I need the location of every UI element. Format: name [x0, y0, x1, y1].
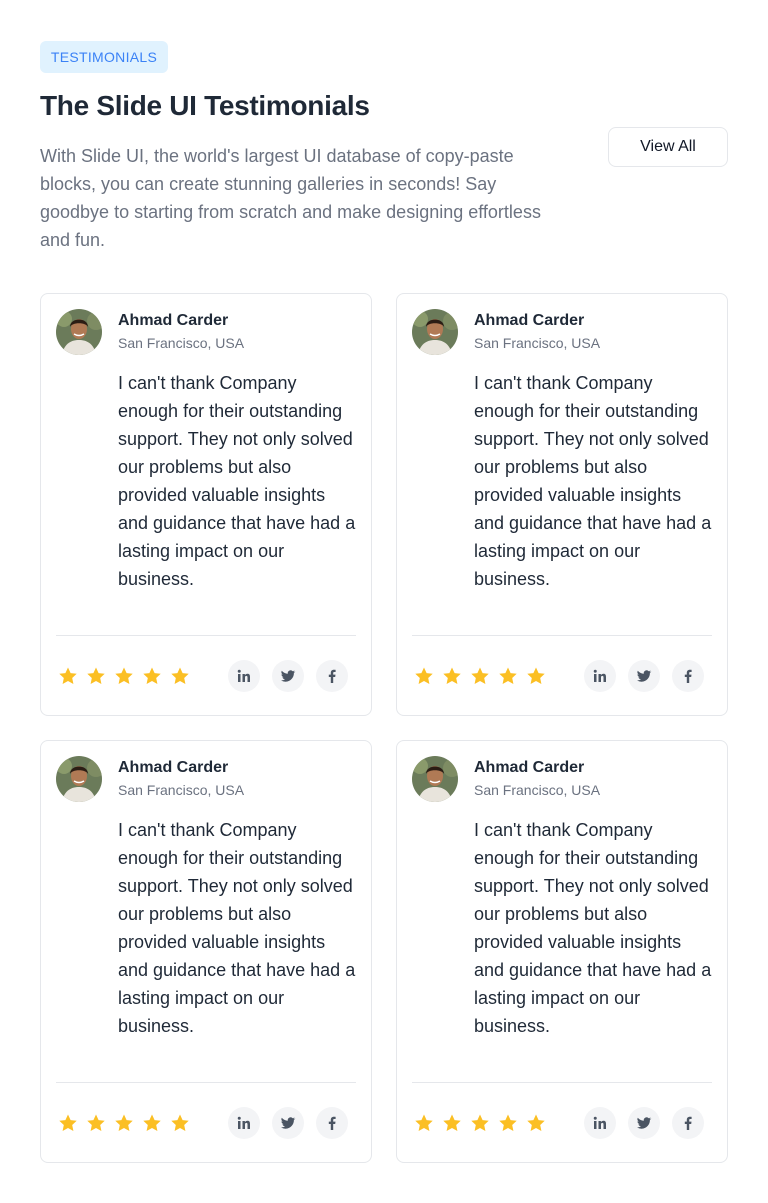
- twitter-icon: [281, 1117, 296, 1129]
- twitter-icon: [281, 670, 296, 682]
- twitter-icon: [637, 1117, 652, 1129]
- star-rating: [414, 666, 546, 686]
- avatar: [412, 309, 458, 355]
- avatar: [56, 309, 102, 355]
- social-links: [584, 660, 704, 692]
- card-divider: [56, 1082, 356, 1083]
- star-icon: [115, 1114, 133, 1131]
- testimonial-card: Ahmad Carder San Francisco, USA I can't …: [40, 293, 372, 716]
- linkedin-button[interactable]: [584, 1107, 616, 1139]
- linkedin-icon: [237, 1116, 250, 1129]
- testimonial-card: Ahmad Carder San Francisco, USA I can't …: [40, 740, 372, 1163]
- linkedin-icon: [593, 1116, 606, 1129]
- facebook-icon: [684, 1116, 692, 1130]
- testimonial-quote: I can't thank Company enough for their o…: [474, 820, 712, 1036]
- star-rating: [58, 1113, 190, 1133]
- star-icon: [471, 1114, 489, 1131]
- page-title: The Slide UI Testimonials: [40, 90, 370, 121]
- star-rating: [58, 666, 190, 686]
- linkedin-button[interactable]: [228, 660, 260, 692]
- view-all-button[interactable]: View All: [608, 127, 728, 167]
- star-icon: [499, 1114, 517, 1131]
- testimonial-quote: I can't thank Company enough for their o…: [474, 373, 712, 589]
- reviewer-location: San Francisco, USA: [474, 335, 601, 351]
- star-icon: [415, 667, 433, 684]
- star-icon: [59, 1114, 77, 1131]
- star-icon: [143, 667, 161, 684]
- star-icon: [415, 1114, 433, 1131]
- star-icon: [443, 1114, 461, 1131]
- facebook-button[interactable]: [672, 660, 704, 692]
- section-description: With Slide UI, the world's largest UI da…: [40, 146, 541, 250]
- section-badge: TESTIMONIALS: [40, 41, 168, 73]
- card-divider: [56, 635, 356, 636]
- twitter-icon: [637, 670, 652, 682]
- star-icon: [171, 667, 189, 684]
- facebook-button[interactable]: [316, 1107, 348, 1139]
- card-divider: [412, 635, 712, 636]
- star-icon: [87, 667, 105, 684]
- reviewer-name: Ahmad Carder: [118, 312, 229, 329]
- star-icon: [143, 1114, 161, 1131]
- social-links: [228, 1107, 348, 1139]
- star-icon: [471, 667, 489, 684]
- star-icon: [171, 1114, 189, 1131]
- facebook-icon: [328, 669, 336, 683]
- star-icon: [527, 667, 545, 684]
- reviewer-name: Ahmad Carder: [118, 759, 229, 776]
- card-divider: [412, 1082, 712, 1083]
- star-icon: [499, 667, 517, 684]
- social-links: [228, 660, 348, 692]
- linkedin-button[interactable]: [584, 660, 616, 692]
- reviewer-name: Ahmad Carder: [474, 759, 585, 776]
- star-icon: [115, 667, 133, 684]
- reviewer-location: San Francisco, USA: [474, 782, 601, 798]
- reviewer-location: San Francisco, USA: [118, 335, 245, 351]
- twitter-button[interactable]: [272, 1107, 304, 1139]
- avatar: [412, 756, 458, 802]
- star-rating: [414, 1113, 546, 1133]
- reviewer-name: Ahmad Carder: [474, 312, 585, 329]
- facebook-button[interactable]: [672, 1107, 704, 1139]
- twitter-button[interactable]: [628, 660, 660, 692]
- linkedin-button[interactable]: [228, 1107, 260, 1139]
- facebook-button[interactable]: [316, 660, 348, 692]
- twitter-button[interactable]: [272, 660, 304, 692]
- facebook-icon: [684, 669, 692, 683]
- star-icon: [59, 667, 77, 684]
- avatar: [56, 756, 102, 802]
- linkedin-icon: [237, 669, 250, 682]
- testimonial-quote: I can't thank Company enough for their o…: [118, 373, 356, 589]
- twitter-button[interactable]: [628, 1107, 660, 1139]
- linkedin-icon: [593, 669, 606, 682]
- star-icon: [443, 667, 461, 684]
- reviewer-location: San Francisco, USA: [118, 782, 245, 798]
- testimonial-card: Ahmad Carder San Francisco, USA I can't …: [396, 293, 728, 716]
- social-links: [584, 1107, 704, 1139]
- testimonial-card: Ahmad Carder San Francisco, USA I can't …: [396, 740, 728, 1163]
- testimonial-quote: I can't thank Company enough for their o…: [118, 820, 356, 1036]
- star-icon: [87, 1114, 105, 1131]
- star-icon: [527, 1114, 545, 1131]
- facebook-icon: [328, 1116, 336, 1130]
